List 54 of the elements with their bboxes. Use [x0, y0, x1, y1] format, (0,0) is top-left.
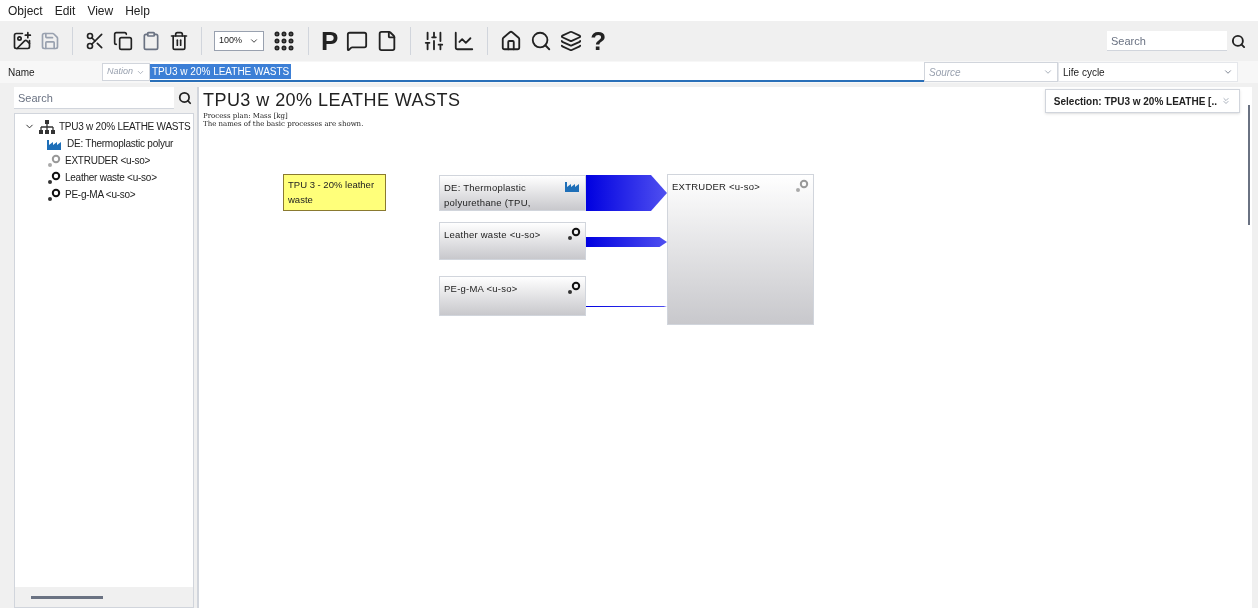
process-node[interactable]: DE: Thermoplastic polyurethane (TPU,	[439, 175, 586, 211]
home-icon[interactable]	[500, 30, 523, 52]
process-rings-icon	[795, 179, 809, 193]
process-node[interactable]: PE-g-MA <u-so>	[439, 276, 586, 316]
process-dots-icon	[567, 281, 581, 295]
name-field[interactable]: TPU3 w 20% LEATHE WASTS	[150, 62, 924, 82]
name-label: Name	[8, 65, 36, 80]
search-field[interactable]: Search	[1107, 31, 1227, 51]
paste-icon[interactable]	[141, 31, 161, 51]
factory-icon	[565, 180, 581, 192]
process-dots-icon	[47, 187, 61, 202]
cut-icon[interactable]	[85, 31, 105, 51]
tree-item[interactable]: Leather waste <u-so>	[65, 170, 157, 185]
selection-dropdown[interactable]: Selection: TPU3 w 20% LEATHE [..	[1044, 89, 1240, 113]
menu-item[interactable]: Object	[8, 1, 43, 20]
search-icon[interactable]	[530, 30, 553, 52]
flow-arrow[interactable]	[586, 175, 667, 211]
grid-icon[interactable]	[272, 29, 296, 53]
chevron-down-icon	[1043, 67, 1053, 77]
chart-icon[interactable]	[453, 30, 476, 52]
menu-item[interactable]: Help	[125, 1, 150, 20]
zoom-dropdown[interactable]: 100%	[214, 31, 264, 51]
copy-icon[interactable]	[113, 31, 133, 51]
tree-item[interactable]: PE-g-MA <u-so>	[65, 187, 136, 202]
help-button[interactable]: ?	[590, 28, 607, 54]
parameter-button[interactable]: P	[321, 28, 339, 54]
flow-arrow[interactable]	[586, 237, 667, 247]
comment-icon[interactable]	[346, 30, 369, 52]
new-object-icon[interactable]	[12, 31, 32, 51]
sidebar-search-field[interactable]: Search	[14, 87, 174, 109]
comment-note[interactable]: TPU 3 - 20% leather waste	[283, 174, 386, 211]
process-dots-icon	[47, 170, 61, 185]
sliders-icon[interactable]	[423, 30, 446, 52]
chevron-down-icon	[1223, 67, 1233, 77]
process-node[interactable]: EXTRUDER <u-so>	[667, 174, 814, 325]
hierarchy-icon	[39, 119, 55, 134]
search-icon[interactable]	[1231, 33, 1246, 49]
menu-item[interactable]: View	[87, 1, 114, 20]
process-rings-icon	[47, 153, 61, 168]
diagram-title: TPU3 w 20% LEATHE WASTS	[203, 89, 461, 112]
horizontal-scrollbar[interactable]	[31, 595, 103, 599]
double-chevron-icon	[1221, 96, 1231, 106]
search-icon[interactable]	[178, 91, 192, 105]
menu-item[interactable]: Edit	[54, 1, 76, 20]
vertical-scrollbar[interactable]	[1248, 105, 1250, 225]
life-cycle-dropdown[interactable]: Life cycle	[1058, 62, 1238, 82]
process-dots-icon	[567, 227, 581, 241]
tree-item[interactable]: TPU3 w 20% LEATHE WASTS	[59, 119, 191, 134]
chevron-down-icon	[249, 36, 259, 46]
tree-item[interactable]: EXTRUDER <u-so>	[65, 153, 151, 168]
process-node[interactable]: Leather waste <u-so>	[439, 222, 586, 260]
tree-item[interactable]: DE: Thermoplastic polyur	[67, 136, 174, 151]
delete-icon[interactable]	[169, 31, 189, 51]
factory-icon	[47, 137, 63, 150]
